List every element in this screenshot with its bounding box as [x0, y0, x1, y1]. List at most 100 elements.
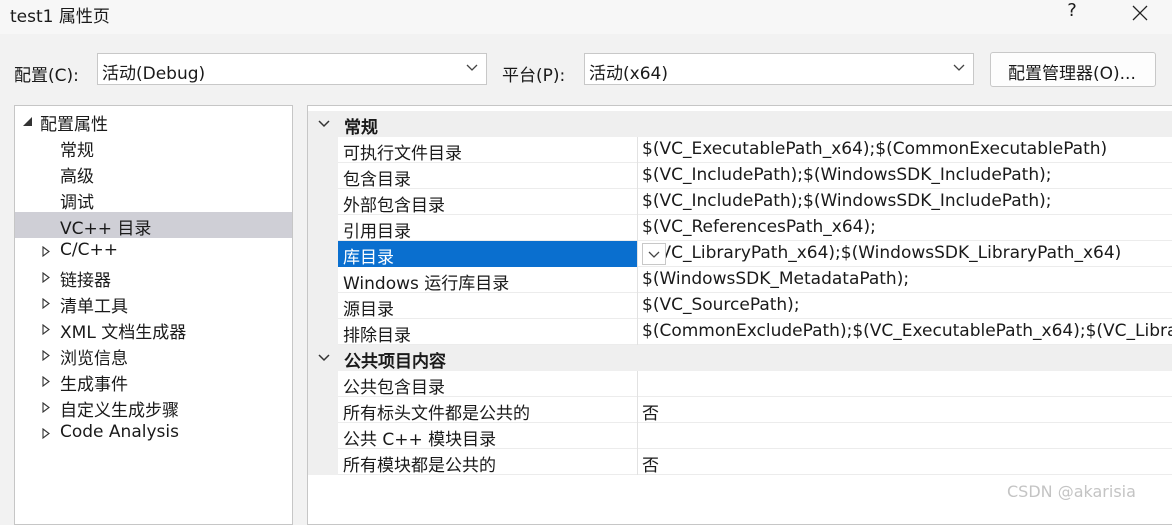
category-header[interactable]: 公共项目内容: [308, 345, 1172, 372]
property-name-cell[interactable]: 所有标头文件都是公共的: [338, 397, 638, 424]
property-value: $(VC_ReferencesPath_x64);: [642, 217, 876, 237]
property-name-cell[interactable]: 公共包含目录: [338, 371, 638, 398]
property-name: 所有模块都是公共的: [343, 456, 496, 476]
close-button[interactable]: [1122, 0, 1158, 26]
property-row[interactable]: 排除目录 $(CommonExcludePath);$(VC_Executable…: [308, 319, 1172, 346]
config-value: 活动(Debug): [102, 64, 206, 84]
tree-item-label: 常规: [60, 141, 94, 161]
property-name-cell[interactable]: Windows 运行库目录: [338, 267, 638, 294]
property-name-cell[interactable]: 可执行文件目录: [338, 137, 638, 164]
row-gutter: [308, 449, 338, 475]
expand-triangle-icon[interactable]: [42, 246, 50, 257]
property-name-cell[interactable]: 排除目录: [338, 319, 638, 346]
property-name-cell[interactable]: 源目录: [338, 293, 638, 320]
tree-item[interactable]: 高级: [15, 160, 292, 187]
property-value-cell[interactable]: $(VC_SourcePath);: [638, 293, 1172, 319]
property-row[interactable]: 公共 C++ 模块目录: [308, 423, 1172, 450]
window-title: test1 属性页: [10, 7, 110, 27]
tree-item-label: XML 文档生成器: [60, 323, 187, 343]
config-manager-label: 配置管理器(O)...: [1008, 64, 1136, 84]
value-dropdown-button[interactable]: [642, 243, 666, 265]
property-row[interactable]: 引用目录 $(VC_ReferencesPath_x64);: [308, 215, 1172, 242]
property-value-cell[interactable]: $(WindowsSDK_MetadataPath);: [638, 267, 1172, 293]
platform-select[interactable]: 活动(x64): [584, 53, 974, 85]
property-value-cell[interactable]: $(VC_IncludePath);$(WindowsSDK_IncludePa…: [638, 189, 1172, 215]
title-bar: test1 属性页 ?: [0, 0, 1172, 34]
property-row[interactable]: 公共包含目录: [308, 371, 1172, 398]
property-row[interactable]: 外部包含目录 $(VC_IncludePath);$(WindowsSDK_Inc…: [308, 189, 1172, 216]
property-value-cell[interactable]: $(VC_LibraryPath_x64);$(WindowsSDK_Libra…: [638, 241, 1172, 267]
property-value: $(CommonExcludePath);$(VC_ExecutablePath…: [642, 321, 1172, 341]
tree-item[interactable]: 自定义生成步骤: [15, 394, 292, 421]
row-gutter: [308, 189, 338, 215]
tree-item[interactable]: C/C++: [15, 238, 292, 264]
expand-triangle-icon[interactable]: [42, 298, 50, 309]
property-name: Windows 运行库目录: [343, 274, 510, 294]
tree-item-label: 自定义生成步骤: [60, 401, 179, 421]
tree-item-label: Code Analysis: [60, 422, 179, 442]
expand-triangle-icon[interactable]: [42, 428, 50, 439]
property-row[interactable]: 包含目录 $(VC_IncludePath);$(WindowsSDK_Inclu…: [308, 163, 1172, 190]
property-name: 库目录: [343, 248, 394, 268]
property-value-cell[interactable]: [638, 423, 1172, 449]
property-name-cell[interactable]: 所有模块都是公共的: [338, 449, 638, 476]
property-value: $(VC_IncludePath);$(WindowsSDK_IncludePa…: [642, 191, 1052, 211]
property-name-cell[interactable]: 库目录: [338, 241, 638, 268]
category-header[interactable]: 常规: [308, 111, 1172, 138]
tree-item-label: 链接器: [60, 271, 111, 291]
category-label: 常规: [344, 118, 378, 138]
tree-item[interactable]: 常规: [15, 134, 292, 161]
row-gutter: [308, 397, 338, 423]
row-gutter: [308, 423, 338, 449]
expand-triangle-icon[interactable]: [42, 350, 50, 361]
row-gutter: [308, 241, 338, 267]
property-value: $(VC_ExecutablePath_x64);$(CommonExecuta…: [642, 139, 1108, 159]
tree-item[interactable]: VC++ 目录: [15, 212, 292, 239]
property-row[interactable]: 所有标头文件都是公共的 否: [308, 397, 1172, 424]
property-value-cell[interactable]: $(VC_IncludePath);$(WindowsSDK_IncludePa…: [638, 163, 1172, 189]
help-button[interactable]: ?: [1060, 0, 1084, 26]
tree-item[interactable]: 生成事件: [15, 368, 292, 395]
property-row[interactable]: 源目录 $(VC_SourcePath);: [308, 293, 1172, 320]
property-value-cell[interactable]: $(CommonExcludePath);$(VC_ExecutablePath…: [638, 319, 1172, 345]
property-value: $(VC_LibraryPath_x64);$(WindowsSDK_Libra…: [642, 243, 1122, 263]
property-value: $(VC_SourcePath);: [642, 295, 800, 315]
property-name-cell[interactable]: 外部包含目录: [338, 189, 638, 216]
property-value-cell[interactable]: $(VC_ReferencesPath_x64);: [638, 215, 1172, 241]
property-name: 排除目录: [343, 326, 411, 346]
tree-item[interactable]: 浏览信息: [15, 342, 292, 369]
tree-item[interactable]: 调试: [15, 186, 292, 213]
chevron-down-icon[interactable]: [318, 354, 330, 362]
property-value-cell[interactable]: 否: [638, 449, 1172, 475]
property-value: $(VC_IncludePath);$(WindowsSDK_IncludePa…: [642, 165, 1052, 185]
row-gutter: [308, 267, 338, 293]
property-name: 包含目录: [343, 170, 411, 190]
property-name-cell[interactable]: 包含目录: [338, 163, 638, 190]
property-value-cell[interactable]: [638, 371, 1172, 397]
chevron-down-icon[interactable]: [318, 120, 330, 128]
tree-item[interactable]: Code Analysis: [15, 420, 292, 446]
property-name-cell[interactable]: 引用目录: [338, 215, 638, 242]
collapse-triangle-icon: [23, 117, 32, 126]
property-row[interactable]: 库目录 $(VC_LibraryPath_x64);$(WindowsSDK_Li…: [308, 241, 1172, 268]
tree-item[interactable]: 清单工具: [15, 290, 292, 317]
tree-root-config-properties[interactable]: 配置属性: [15, 108, 292, 135]
expand-triangle-icon[interactable]: [42, 324, 50, 335]
property-value-cell[interactable]: 否: [638, 397, 1172, 423]
tree-item-label: C/C++: [60, 240, 118, 260]
property-row[interactable]: 所有模块都是公共的 否: [308, 449, 1172, 476]
property-value: $(WindowsSDK_MetadataPath);: [642, 269, 910, 289]
config-select[interactable]: 活动(Debug): [97, 53, 487, 85]
tree-item[interactable]: 链接器: [15, 264, 292, 291]
property-value-cell[interactable]: $(VC_ExecutablePath_x64);$(CommonExecuta…: [638, 137, 1172, 163]
property-row[interactable]: 可执行文件目录 $(VC_ExecutablePath_x64);$(Common…: [308, 137, 1172, 164]
property-grid: 常规 可执行文件目录 $(VC_ExecutablePath_x64);$(Comm…: [307, 105, 1172, 525]
property-row[interactable]: Windows 运行库目录 $(WindowsSDK_MetadataPath);: [308, 267, 1172, 294]
expand-triangle-icon[interactable]: [42, 376, 50, 387]
config-manager-button[interactable]: 配置管理器(O)...: [990, 52, 1156, 87]
platform-value: 活动(x64): [589, 64, 668, 84]
tree-item[interactable]: XML 文档生成器: [15, 316, 292, 343]
expand-triangle-icon[interactable]: [42, 402, 50, 413]
expand-triangle-icon[interactable]: [42, 272, 50, 283]
property-name-cell[interactable]: 公共 C++ 模块目录: [338, 423, 638, 450]
